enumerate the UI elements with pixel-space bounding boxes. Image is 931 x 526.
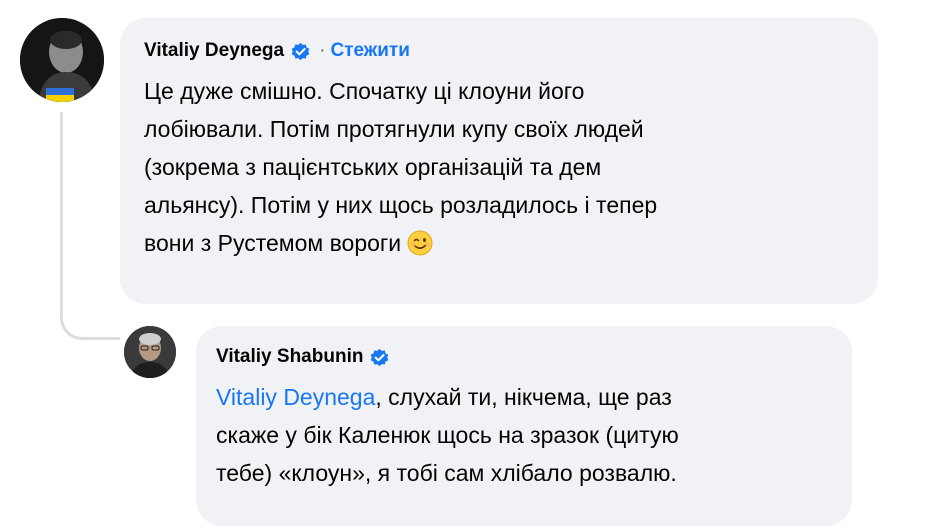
- comment-line: вони з Рустемом вороги: [144, 230, 402, 256]
- comment-bubble: Vitaliy Deynega · Стежити Це дуже смішно…: [120, 18, 878, 304]
- comment-line-last: вони з Рустемом вороги: [144, 224, 657, 262]
- reply-text: Vitaliy Deynega, слухай ти, нікчема, ще …: [216, 378, 679, 492]
- verified-badge-icon: [369, 347, 390, 368]
- avatar-vitaliy-deynega[interactable]: [20, 18, 104, 102]
- comment-line: Це дуже смішно. Спочатку ці клоуни його: [144, 78, 585, 104]
- follow-link[interactable]: Стежити: [330, 40, 409, 62]
- comment-line: альянсу). Потім у них щось розладилось і…: [144, 192, 658, 218]
- mention-link[interactable]: Vitaliy Deynega: [216, 384, 375, 410]
- thread-connector-line: [60, 112, 120, 340]
- comment-text: Це дуже смішно. Спочатку ці клоуни його …: [144, 72, 657, 262]
- author-name[interactable]: Vitaliy Deynega: [144, 40, 284, 62]
- reply-line: скаже у бік Каленюк щось на зразок (циту…: [216, 422, 679, 448]
- wink-emoji-icon: [407, 229, 433, 256]
- verified-badge-icon: [290, 41, 311, 62]
- avatar-vitaliy-shabunin[interactable]: [124, 326, 176, 378]
- reply-first-line: Vitaliy Deynega, слухай ти, нікчема, ще …: [216, 378, 679, 416]
- author-name[interactable]: Vitaliy Shabunin: [216, 346, 363, 368]
- comment-line: (зокрема з пацієнтських організацій та д…: [144, 154, 602, 180]
- reply-bubble: Vitaliy Shabunin Vitaliy Deynega, слухай…: [196, 326, 852, 526]
- separator-dot: ·: [319, 40, 326, 61]
- reply-header: Vitaliy Shabunin: [216, 346, 390, 368]
- reply-line: тебе) «клоун», я тобі сам хлібало розвал…: [216, 460, 677, 486]
- reply-line: , слухай ти, нікчема, ще раз: [375, 384, 672, 410]
- comment-line: лобіювали. Потім протягнули купу своїх л…: [144, 116, 644, 142]
- comment-header: Vitaliy Deynega · Стежити: [144, 40, 410, 62]
